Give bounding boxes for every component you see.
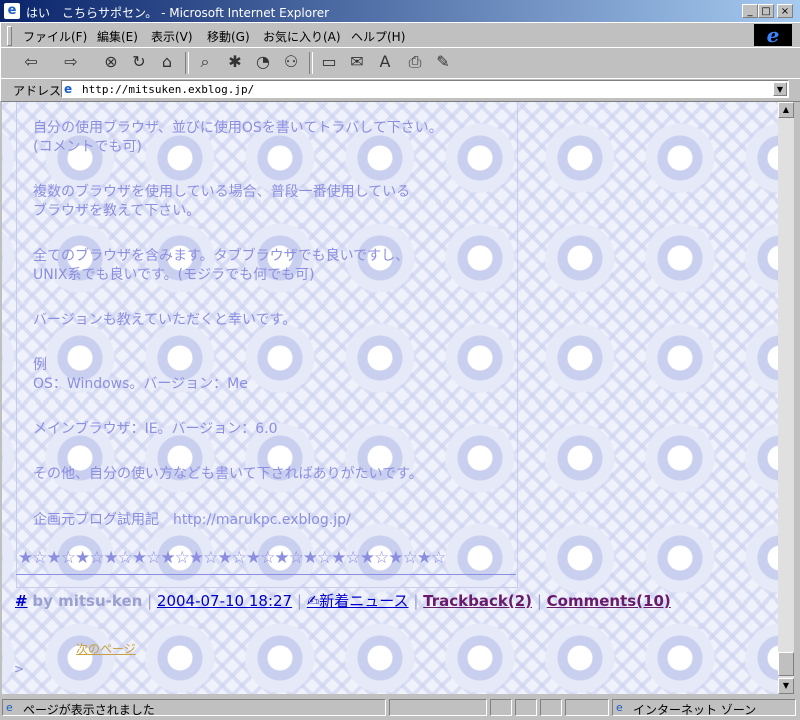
forward-icon[interactable]: ⇨ [59, 50, 83, 74]
ie-logo-icon: e [766, 23, 780, 47]
star-divider: ★☆★☆★☆★☆★☆★☆★☆★☆★☆★☆★☆★☆★☆★☆★☆ [18, 548, 446, 568]
font-size-icon[interactable]: A [373, 50, 397, 74]
toolbar-separator [309, 52, 313, 74]
refresh-icon[interactable]: ↻ [127, 50, 151, 74]
page-icon: e [64, 82, 73, 96]
article-line: バージョンも教えていただくと幸いです。 [33, 312, 297, 328]
search-icon[interactable]: ⌕ [193, 50, 217, 74]
menu-view[interactable]: 表示(V) [151, 28, 193, 45]
next-page-link[interactable]: 次のページ [76, 640, 136, 657]
menu-favorites[interactable]: お気に入り(A) [263, 28, 341, 45]
history-icon[interactable]: ◔ [251, 50, 275, 74]
new-news-link[interactable]: ✍新着ニュース [307, 592, 409, 610]
home-icon[interactable]: ⌂ [155, 50, 179, 74]
favorites-icon[interactable]: ✱ [223, 50, 247, 74]
article-line: 例 [33, 357, 47, 373]
mail-icon[interactable]: ✉ [345, 50, 369, 74]
status-main: e ページが表示されました [2, 699, 386, 717]
post-footer: # by mitsu-ken | 2004-07-10 18:27 | ✍新着ニ… [15, 590, 671, 611]
stop-icon[interactable]: ⊗ [99, 50, 123, 74]
article-line: 全てのブラウザを含みます。タブブラウザでも良いですし、 [33, 248, 410, 264]
article-line: UNIX系でも良いです。(モジラでも何でも可) [33, 267, 315, 283]
article-box: 自分の使用ブラウザ、並びに使用OSを書いてトラバして下さい。 (コメントでも可)… [16, 102, 518, 588]
menu-go[interactable]: 移動(G) [207, 28, 250, 45]
internet-zone-icon: e [616, 701, 623, 714]
menu-edit[interactable]: 編集(E) [97, 28, 138, 45]
post-author: by mitsu-ken [32, 592, 143, 610]
comments-link[interactable]: Comments(10) [547, 592, 671, 610]
scroll-up-button[interactable]: ▲ [778, 102, 794, 118]
menu-grip[interactable] [7, 26, 12, 46]
ie-throbber: e [754, 24, 792, 46]
permalink-anchor[interactable]: # [15, 592, 28, 610]
maximize-button[interactable]: □ [758, 4, 774, 18]
vertical-scrollbar[interactable]: ▲ ▼ [778, 102, 794, 694]
status-pane [389, 699, 487, 716]
minimize-button[interactable]: _ [742, 4, 758, 18]
footer-separator: | [296, 592, 302, 610]
ie-app-icon: e [4, 3, 20, 19]
article-line: メインブラウザ：IE。バージョン：6.0 [33, 421, 278, 437]
menu-help[interactable]: ヘルプ(H) [351, 28, 405, 45]
article-bottom-rule [16, 574, 516, 575]
menu-file[interactable]: ファイル(F) [23, 28, 87, 45]
status-pane [515, 699, 537, 716]
page-done-icon: e [6, 701, 13, 714]
print-icon[interactable]: ⎙ [403, 50, 427, 74]
article-line: 自分の使用ブラウザ、並びに使用OSを書いてトラバして下さい。 [33, 120, 443, 136]
page-viewport: 自分の使用ブラウザ、並びに使用OSを書いてトラバして下さい。 (コメントでも可)… [2, 102, 778, 694]
article-line: (コメントでも可) [33, 139, 142, 155]
address-dropdown-button[interactable]: ▼ [773, 82, 787, 96]
status-text: ページが表示されました [23, 703, 155, 717]
post-date-link[interactable]: 2004-07-10 18:27 [157, 592, 292, 610]
article-line: OS：Windows。バージョン：Me [33, 376, 248, 392]
window-title: はい こちらサポセン。 - Microsoft Internet Explore… [26, 6, 330, 20]
toolbar-separator [185, 52, 189, 74]
menu-bar: ファイル(F) 編集(E) 表示(V) 移動(G) お気に入り(A) ヘルプ(H… [0, 22, 800, 48]
article-line: その他、自分の使い方なども書いて下さればありがたいです。 [33, 466, 423, 482]
article-line: 企画元ブログ試用記 http://marukpc.exblog.jp/ [33, 512, 351, 528]
scroll-down-button[interactable]: ▼ [778, 678, 794, 694]
back-icon[interactable]: ⇦ [19, 50, 43, 74]
article-line: 複数のブラウザを使用している場合、普段一番使用している [33, 184, 411, 200]
article-line: ブラウザを教えて下さい。 [33, 203, 201, 219]
footer-separator: | [413, 592, 419, 610]
address-url[interactable]: http://mitsuken.exblog.jp/ [82, 83, 254, 96]
scroll-thumb[interactable] [778, 652, 794, 676]
footer-separator: | [536, 592, 542, 610]
title-bar: e はい こちらサポセン。 - Microsoft Internet Explo… [0, 0, 800, 22]
zone-text: インターネット ゾーン [633, 703, 757, 717]
close-button[interactable]: × [777, 4, 793, 18]
address-label: アドレス [13, 84, 62, 98]
caret-marker: > [14, 662, 25, 676]
standard-toolbar: ⇦ ⇨ ⊗ ↻ ⌂ ⌕ ✱ ◔ ⚇ ▭ ✉ A ⎙ ✎ [0, 47, 800, 79]
status-pane [540, 699, 562, 716]
trackback-link[interactable]: Trackback(2) [423, 592, 532, 610]
footer-separator: | [147, 592, 153, 610]
status-pane [490, 699, 512, 716]
address-bar: アドレス e http://mitsuken.exblog.jp/ ▼ [0, 78, 800, 102]
channels-icon[interactable]: ⚇ [279, 50, 303, 74]
address-input[interactable]: e http://mitsuken.exblog.jp/ ▼ [61, 80, 789, 98]
fullscreen-icon[interactable]: ▭ [317, 50, 341, 74]
status-pane [565, 699, 609, 716]
edit-icon[interactable]: ✎ [431, 50, 455, 74]
status-bar: e ページが表示されました e インターネット ゾーン [0, 697, 800, 720]
status-zone: e インターネット ゾーン [612, 699, 796, 717]
